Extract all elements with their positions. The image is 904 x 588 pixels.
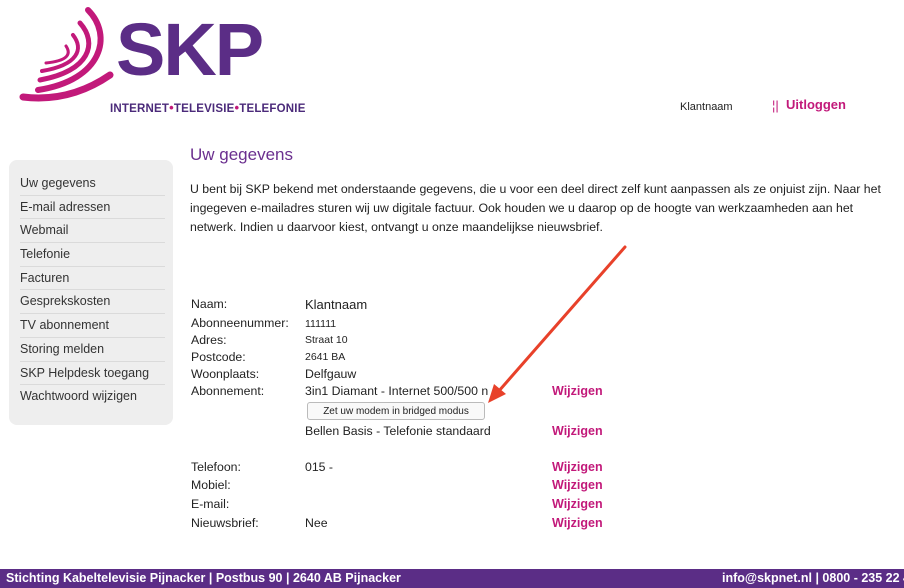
- adres-label: Adres:: [191, 333, 227, 347]
- tagline-televisie: TELEVISIE: [173, 103, 235, 115]
- edit-bellen-link[interactable]: Wijzigen: [552, 424, 603, 438]
- edit-email-link[interactable]: Wijzigen: [552, 497, 603, 511]
- postcode-value: 2641 BA: [305, 351, 346, 363]
- footer-contact[interactable]: info@skpnet.nl | 0800 - 235 22 45: [722, 571, 904, 585]
- sidebar-item-gesprekskosten[interactable]: Gesprekskosten: [20, 290, 165, 315]
- abonneenummer-value: 111111: [305, 318, 337, 330]
- user-name: Klantnaam: [680, 101, 733, 113]
- bellen-value: Bellen Basis - Telefonie standaard: [305, 424, 491, 438]
- sidebar-item-webmail[interactable]: Webmail: [20, 219, 165, 244]
- sidebar-item-wachtwoord-wijzigen[interactable]: Wachtwoord wijzigen: [20, 385, 165, 408]
- adres-value: Straat 10: [305, 334, 348, 346]
- edit-mobiel-link[interactable]: Wijzigen: [552, 478, 603, 492]
- edit-abonnement-link[interactable]: Wijzigen: [552, 384, 603, 398]
- sidebar-item-helpdesk-toegang[interactable]: SKP Helpdesk toegang: [20, 362, 165, 386]
- header-separator: ¦|: [772, 98, 779, 113]
- abonnement-label: Abonnement:: [191, 384, 265, 398]
- sidebar-menu: Uw gegevens E-mail adressen Webmail Tele…: [9, 160, 173, 425]
- mobiel-label: Mobiel:: [191, 478, 231, 492]
- sidebar-item-telefonie[interactable]: Telefonie: [20, 243, 165, 267]
- sidebar-item-email-adressen[interactable]: E-mail adressen: [20, 196, 165, 220]
- bridged-mode-button[interactable]: Zet uw modem in bridged modus: [307, 402, 485, 420]
- woonplaats-label: Woonplaats:: [191, 367, 260, 381]
- sidebar-item-storing-melden[interactable]: Storing melden: [20, 338, 165, 362]
- sidebar-item-uw-gegevens[interactable]: Uw gegevens: [20, 172, 165, 196]
- woonplaats-value: Delfgauw: [305, 367, 357, 381]
- edit-telefoon-link[interactable]: Wijzigen: [552, 460, 603, 474]
- logout-link[interactable]: Uitloggen: [786, 97, 846, 112]
- abonnement-value: 3in1 Diamant - Internet 500/500 n: [305, 384, 489, 398]
- naam-value: Klantnaam: [305, 297, 368, 312]
- tagline-internet: INTERNET: [110, 103, 170, 115]
- abonneenummer-label: Abonneenummer:: [191, 316, 289, 330]
- telefoon-label: Telefoon:: [191, 460, 241, 474]
- logo-wordmark: SKP: [116, 8, 264, 91]
- footer-bar: Stichting Kabeltelevisie Pijnacker | Pos…: [0, 569, 904, 588]
- nieuwsbrief-label: Nieuwsbrief:: [191, 516, 259, 530]
- footer-address: Stichting Kabeltelevisie Pijnacker | Pos…: [6, 571, 401, 585]
- sidebar-item-facturen[interactable]: Facturen: [20, 267, 165, 291]
- edit-nieuwsbrief-link[interactable]: Wijzigen: [552, 516, 603, 530]
- postcode-label: Postcode:: [191, 350, 246, 364]
- email-label: E-mail:: [191, 497, 230, 511]
- telefoon-value: 015 -: [305, 460, 334, 474]
- logo-tagline: INTERNET•TELEVISIE•TELEFONIE: [110, 100, 306, 115]
- intro-text: U bent bij SKP bekend met onderstaande g…: [190, 182, 881, 234]
- tagline-telefonie: TELEFONIE: [239, 103, 306, 115]
- skp-logo[interactable]: SKP INTERNET•TELEVISIE•TELEFONIE: [18, 5, 318, 115]
- logo-swoosh-icon: [19, 7, 114, 102]
- sidebar-item-tv-abonnement[interactable]: TV abonnement: [20, 314, 165, 338]
- naam-label: Naam:: [191, 297, 228, 311]
- page-title: Uw gegevens: [190, 145, 294, 164]
- nieuwsbrief-value: Nee: [305, 516, 328, 530]
